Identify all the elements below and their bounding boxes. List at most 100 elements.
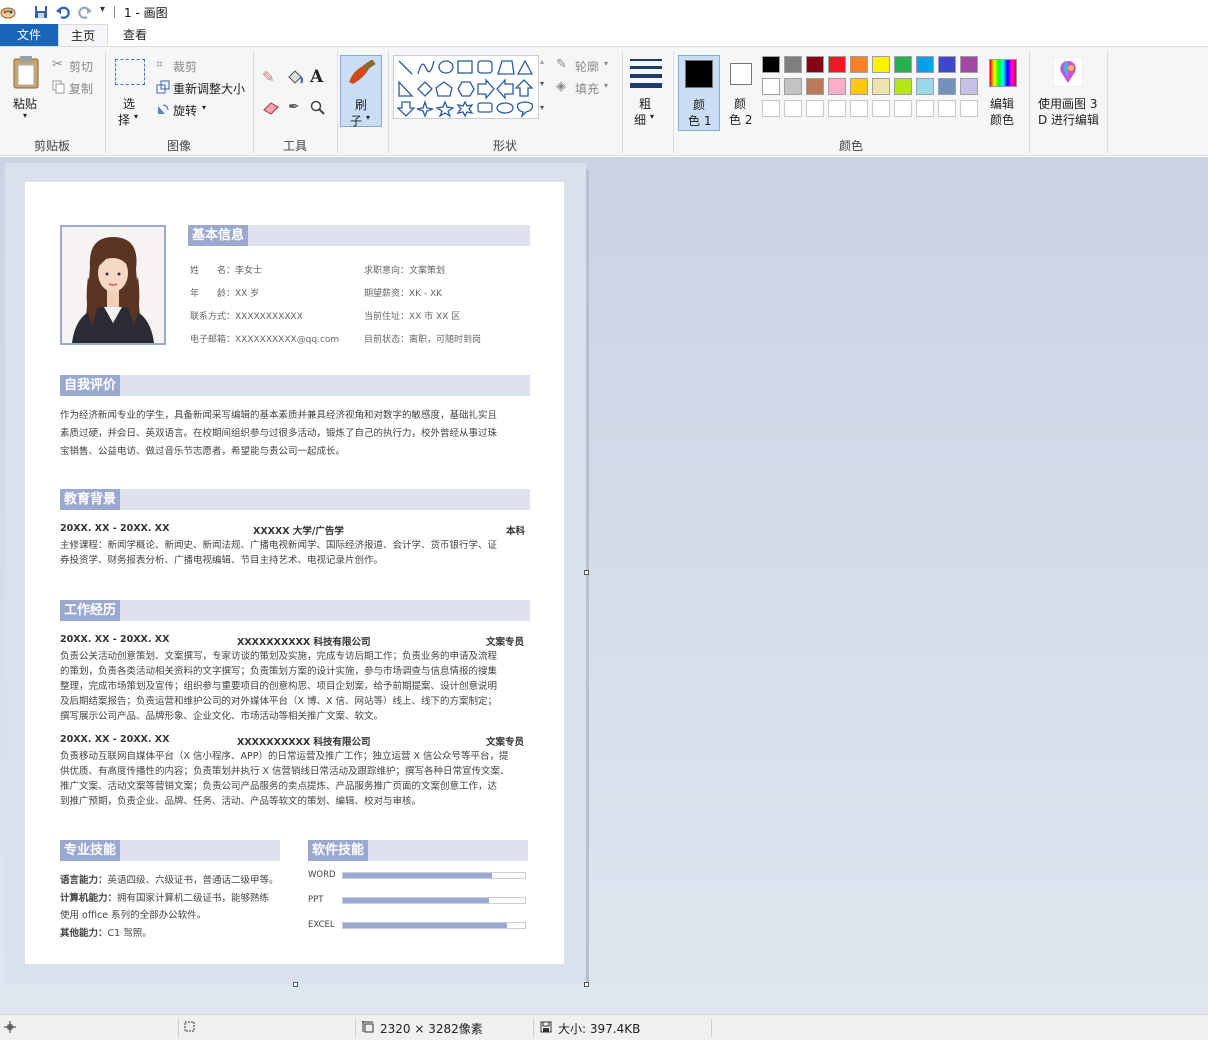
eraser-icon[interactable]: [262, 101, 280, 115]
size-label-2: 细: [634, 113, 647, 127]
select-label-1: 选: [123, 97, 136, 111]
brush-button[interactable]: 刷 子 ▾: [340, 55, 382, 128]
palette-color-swatch[interactable]: [784, 56, 802, 73]
palette-color-swatch[interactable]: [916, 56, 934, 73]
education-title: 教育背景: [60, 489, 121, 510]
software-list: WORD PPT EXCEL: [308, 870, 530, 942]
title-separator: [114, 6, 115, 18]
status-separator: [178, 1019, 179, 1037]
edit-colors-button[interactable]: 编辑 颜色: [986, 55, 1022, 131]
basic-email: 电子邮箱：XXXXXXXXXX@qq.com: [190, 335, 340, 345]
scroll-up-icon[interactable]: ▴: [540, 57, 544, 66]
palette-color-swatch[interactable]: [960, 78, 978, 95]
customize-quick-access-icon[interactable]: ▾: [100, 4, 105, 15]
resize-handle-bottom[interactable]: [293, 982, 298, 987]
palette-custom-swatch[interactable]: [784, 100, 802, 117]
group-tools: 工具: [282, 139, 307, 153]
color1-button[interactable]: 颜 色 1: [678, 55, 720, 131]
paint3d-button[interactable]: 使用画图 3 D 进行编辑: [1034, 55, 1102, 131]
outline-icon: ✎: [556, 57, 567, 72]
select-button[interactable]: 选 择 ▾: [113, 55, 147, 127]
resize-icon: [156, 80, 170, 94]
shapes-gallery[interactable]: [393, 55, 539, 119]
palette-color-swatch[interactable]: [828, 78, 846, 95]
size-label-1: 粗: [639, 97, 652, 111]
job2-line: 负责移动互联网自媒体平台（X 信小程序、APP）的日常运营及推广工作；独立运营 …: [60, 751, 509, 762]
color-picker-icon[interactable]: ✒: [288, 99, 300, 115]
palette-custom-swatch[interactable]: [850, 100, 868, 117]
edit-colors-label-2: 颜色: [990, 113, 1015, 127]
skills-title: 专业技能: [60, 840, 121, 861]
tab-home[interactable]: 主页: [58, 24, 108, 46]
self-eval-line: 作为经济新闻专业的学生，具备新闻采写编辑的基本素质并兼具经济视角和对数字的敏感度…: [60, 410, 498, 421]
palette-color-swatch[interactable]: [828, 56, 846, 73]
size-line-3: [630, 74, 662, 78]
resize-handle-right[interactable]: [584, 570, 589, 575]
basic-age: 年 龄：XX 岁: [190, 289, 260, 299]
palette-custom-swatch[interactable]: [806, 100, 824, 117]
tab-view[interactable]: 查看: [108, 24, 162, 46]
status-separator: [355, 1019, 356, 1037]
job1-line: 负责公关活动创意策划、文案撰写，专家访谈的策划及实施，完成专访后期工作；负责业务…: [60, 651, 498, 662]
palette-custom-swatch[interactable]: [872, 100, 890, 117]
paint3d-icon: [1053, 57, 1083, 87]
palette-color-swatch[interactable]: [916, 78, 934, 95]
copy-button[interactable]: 复制: [52, 79, 102, 96]
palette-color-swatch[interactable]: [850, 56, 868, 73]
palette-color-swatch[interactable]: [872, 78, 890, 95]
palette-color-swatch[interactable]: [762, 78, 780, 95]
software-skill-bar: [342, 897, 526, 904]
outline-button[interactable]: ✎ 轮廓 ▾: [556, 57, 616, 74]
palette-color-swatch[interactable]: [960, 56, 978, 73]
palette-color-swatch[interactable]: [762, 56, 780, 73]
fill-bucket-icon[interactable]: [286, 69, 304, 87]
pencil-icon[interactable]: ✎: [262, 68, 275, 86]
copy-label: 复制: [69, 82, 94, 96]
cut-button[interactable]: ✂ 剪切: [52, 57, 102, 74]
palette-custom-swatch[interactable]: [762, 100, 780, 117]
palette-color-swatch[interactable]: [850, 78, 868, 95]
shapes-scroll[interactable]: ▴ ▾ ▾: [539, 55, 549, 119]
rotate-button[interactable]: 旋转 ▾: [156, 101, 216, 118]
software-skill-name: PPT: [308, 895, 324, 905]
resize-button[interactable]: 重新调整大小: [156, 79, 248, 96]
palette-color-swatch[interactable]: [872, 56, 890, 73]
tab-file[interactable]: 文件: [0, 24, 58, 46]
palette-color-swatch[interactable]: [806, 78, 824, 95]
software-skill-bar-fill: [343, 898, 489, 903]
palette-color-swatch[interactable]: [784, 78, 802, 95]
palette-custom-swatch[interactable]: [960, 100, 978, 117]
job1-line: 的策划，负责各类活动相关资料的文字撰写；负责策划方案的设计实施，参与市场调查与信…: [60, 666, 498, 677]
redo-icon[interactable]: [77, 4, 93, 20]
fill-button[interactable]: ◈ 填充 ▾: [556, 79, 616, 96]
palette-custom-swatch[interactable]: [938, 100, 956, 117]
palette-custom-swatch[interactable]: [916, 100, 934, 117]
shapes-expand-icon[interactable]: ▾: [540, 103, 544, 112]
job2-description: 负责移动互联网自媒体平台（X 信小程序、APP）的日常运营及推广工作；独立运营 …: [60, 749, 532, 809]
palette-color-swatch[interactable]: [806, 56, 824, 73]
scroll-down-icon[interactable]: ▾: [540, 79, 544, 88]
palette-custom-swatch[interactable]: [828, 100, 846, 117]
text-tool-icon[interactable]: A: [310, 67, 323, 87]
color2-button[interactable]: 颜 色 2: [724, 55, 758, 131]
rotate-dropdown-icon: ▾: [202, 103, 207, 112]
resize-handle-corner[interactable]: [584, 982, 589, 987]
edu-line: 券投资学、财务报表分析、广播电视编辑、节目主持艺术、电视记录片创作。: [60, 555, 384, 566]
magnifier-icon[interactable]: [310, 100, 326, 116]
palette-color-swatch[interactable]: [894, 56, 912, 73]
skill-language-value: 英语四级、六级证书，普通话二级甲等。: [107, 875, 279, 886]
palette-color-swatch[interactable]: [894, 78, 912, 95]
crop-button[interactable]: ⌗ 裁剪: [156, 57, 216, 74]
basic-address: 当前住址：XX 市 XX 区: [364, 312, 461, 322]
job2-company: XXXXXXXXXX 科技有限公司: [237, 737, 371, 748]
software-skill-bar-fill: [343, 873, 493, 878]
size-button[interactable]: 粗 细 ▾: [628, 55, 666, 127]
paste-button[interactable]: 粘贴 ▾: [8, 55, 44, 127]
save-icon[interactable]: [33, 4, 49, 20]
palette-custom-swatch[interactable]: [894, 100, 912, 117]
palette-color-swatch[interactable]: [938, 78, 956, 95]
brush-icon: [349, 60, 376, 84]
palette-color-swatch[interactable]: [938, 56, 956, 73]
fill-label: 填充: [575, 82, 600, 96]
undo-icon[interactable]: [55, 4, 71, 20]
